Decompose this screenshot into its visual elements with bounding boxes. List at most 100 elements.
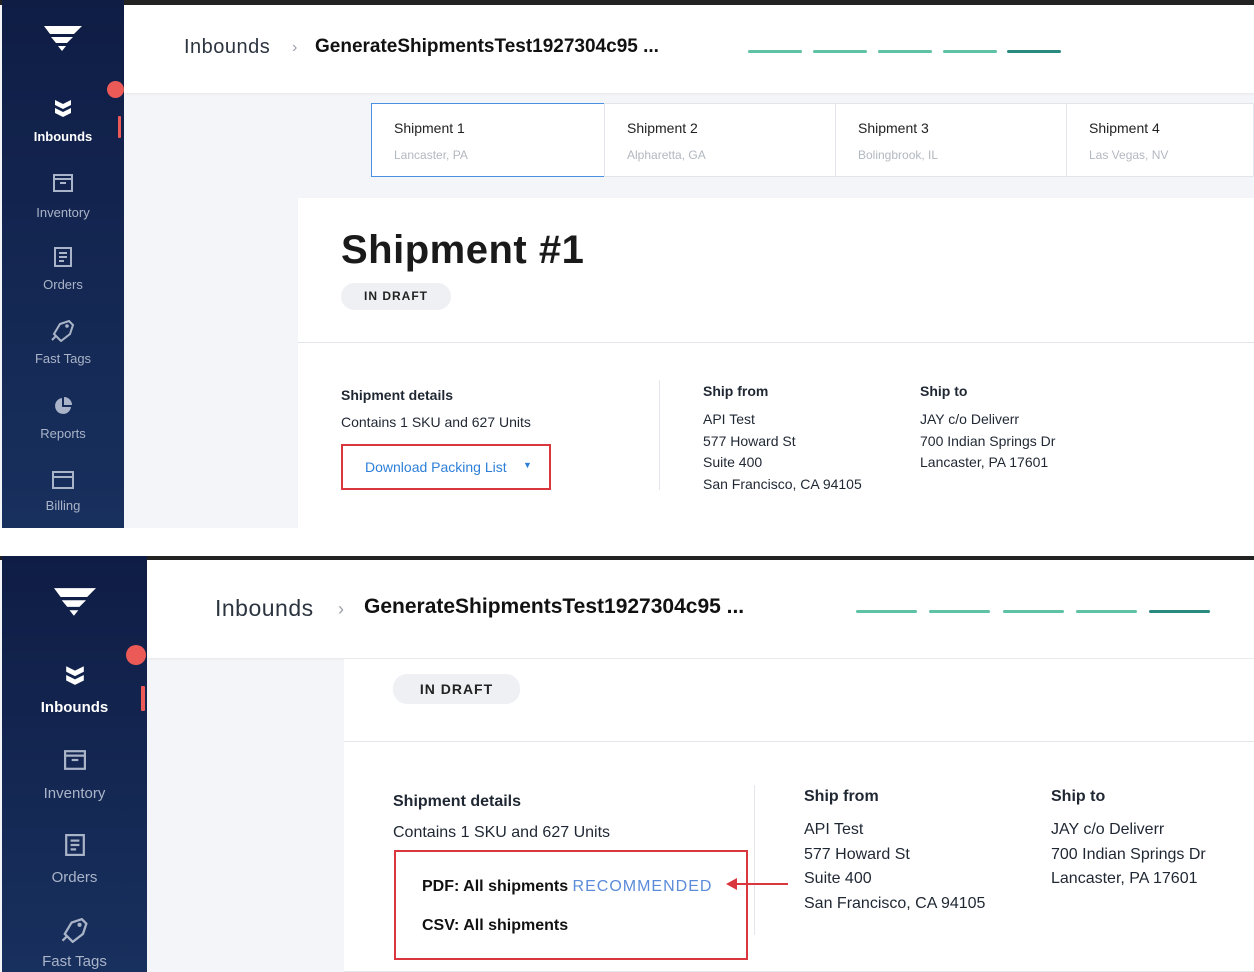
reports-icon (55, 397, 72, 414)
progress-step (813, 50, 867, 53)
top-header: Inbounds › GenerateShipmentsTest1927304c… (124, 5, 1254, 93)
active-indicator (118, 116, 121, 138)
fast-tags-icon (51, 320, 75, 342)
ship-from-address: API Test 577 Howard St Suite 400 San Fra… (703, 409, 862, 495)
status-badge: IN DRAFT (393, 674, 520, 704)
sidebar-item-label: Orders (51, 869, 98, 886)
details-text: Contains 1 SKU and 627 Units (341, 414, 531, 430)
tab-name: Shipment 4 (1089, 120, 1160, 136)
tab-city: Las Vegas, NV (1089, 148, 1169, 162)
sidebar-item-fast-tags[interactable]: Fast Tags (2, 918, 147, 970)
option-label: PDF: All shipments (422, 878, 569, 895)
column-divider (659, 380, 660, 490)
top-header: Inbounds › GenerateShipmentsTest1927304c… (147, 560, 1254, 658)
inventory-icon (63, 750, 86, 770)
sidebar-item-inbounds[interactable]: Inbounds (2, 664, 147, 716)
tab-shipment-1[interactable]: Shipment 1 Lancaster, PA (371, 103, 605, 177)
address-line: API Test (703, 411, 755, 427)
packing-list-dropdown: PDF: All shipments RECOMMENDED CSV: All … (394, 850, 748, 960)
sidebar-item-fast-tags[interactable]: Fast Tags (2, 320, 124, 366)
breadcrumb[interactable]: Inbounds (184, 36, 270, 59)
tab-name: Shipment 1 (394, 120, 465, 136)
logo-icon (44, 26, 82, 57)
sidebar-item-label: Inventory (43, 785, 106, 802)
active-indicator (141, 686, 145, 711)
details-label: Shipment details (393, 793, 522, 810)
tab-shipment-3[interactable]: Shipment 3 Bolingbrook, IL (835, 103, 1067, 177)
status-badge: IN DRAFT (341, 283, 451, 310)
sidebar-item-label: Inbounds (40, 699, 109, 716)
sidebar: Inbounds Inventory Orders Fast Tags (2, 556, 147, 972)
breadcrumb-separator: › (338, 599, 344, 619)
sidebar-item-inventory[interactable]: Inventory (2, 174, 124, 220)
address-line: 577 Howard St (703, 432, 796, 449)
sidebar-item-label: Reports (40, 426, 86, 441)
csv-all-shipments-option[interactable]: CSV: All shipments (422, 917, 568, 935)
sidebar-item-label: Inventory (36, 205, 90, 220)
column-divider (754, 785, 755, 935)
sidebar-item-label: Fast Tags (34, 351, 92, 366)
download-packing-list-button[interactable]: Download Packing List ▼ (341, 444, 551, 490)
sidebar-item-reports[interactable]: Reports (2, 396, 124, 441)
sidebar-item-label: Billing (45, 498, 81, 513)
ship-from-label: Ship from (804, 788, 879, 805)
address-line: 700 Indian Springs Dr (920, 432, 1056, 449)
progress-step (748, 50, 802, 53)
sidebar-item-inventory[interactable]: Inventory (2, 750, 147, 802)
screenshot-panel-1: Inbounds Inventory Orders Fast Tags Repo… (0, 0, 1254, 528)
notification-dot (107, 81, 124, 98)
tab-name: Shipment 2 (627, 120, 698, 136)
sidebar: Inbounds Inventory Orders Fast Tags Repo… (2, 0, 124, 528)
billing-icon (52, 471, 74, 489)
tab-shipment-4[interactable]: Shipment 4 Las Vegas, NV (1066, 103, 1254, 177)
caret-down-icon: ▼ (523, 460, 532, 470)
breadcrumb[interactable]: Inbounds (215, 595, 314, 622)
address-line: JAY c/o Deliverr (1051, 821, 1165, 838)
screenshot-panel-2: Inbounds Inventory Orders Fast Tags Inbo… (0, 556, 1254, 972)
address-line: JAY c/o Deliverr (920, 411, 1020, 427)
page-title: GenerateShipmentsTest1927304c95 ... (364, 595, 745, 618)
sidebar-item-label: Fast Tags (42, 953, 107, 970)
tab-name: Shipment 3 (858, 120, 929, 136)
sidebar-item-inbounds[interactable]: Inbounds (2, 98, 124, 144)
tab-shipment-2[interactable]: Shipment 2 Alpharetta, GA (604, 103, 836, 177)
orders-icon (54, 247, 72, 267)
breadcrumb-separator: › (292, 39, 298, 56)
inbounds-icon (65, 666, 84, 685)
sidebar-item-orders[interactable]: Orders (2, 247, 124, 292)
address-line: Suite 400 (703, 454, 763, 470)
address-line: 700 Indian Springs Dr (1051, 845, 1206, 863)
ship-to-address: JAY c/o Deliverr 700 Indian Springs Dr L… (1051, 818, 1206, 892)
progress-step (943, 50, 997, 53)
inbounds-icon (55, 100, 71, 117)
orders-icon (64, 834, 85, 856)
sidebar-item-orders[interactable]: Orders (2, 834, 147, 886)
tab-city: Lancaster, PA (394, 148, 468, 162)
sidebar-item-label: Inbounds (33, 129, 93, 144)
fast-tags-icon (61, 918, 88, 943)
shipment-card: Shipment #1 IN DRAFT Shipment details Co… (298, 198, 1254, 528)
ship-to-address: JAY c/o Deliverr 700 Indian Springs Dr L… (920, 409, 1055, 474)
sidebar-item-billing[interactable]: Billing (2, 471, 124, 513)
address-line: 577 Howard St (804, 845, 910, 863)
logo-icon (53, 588, 96, 622)
download-label: Download Packing List (365, 459, 507, 475)
details-text: Contains 1 SKU and 627 Units (393, 824, 611, 841)
progress-step (1149, 610, 1210, 613)
pdf-all-shipments-option[interactable]: PDF: All shipments RECOMMENDED (422, 878, 712, 896)
progress-step (856, 610, 917, 613)
inventory-icon (53, 174, 73, 192)
progress-step (878, 50, 932, 53)
sidebar-item-label: Orders (43, 277, 83, 292)
page-title: GenerateShipmentsTest1927304c95 ... (315, 36, 659, 57)
recommended-badge: RECOMMENDED (572, 878, 713, 895)
ship-to-label: Ship to (1051, 788, 1106, 805)
shipment-heading: Shipment #1 (341, 228, 585, 272)
arrow-left-icon (726, 878, 788, 890)
notification-dot (126, 645, 146, 665)
address-line: API Test (804, 821, 864, 838)
details-label: Shipment details (341, 387, 454, 403)
progress-step (929, 610, 990, 613)
divider (344, 741, 1254, 742)
address-line: San Francisco, CA 94105 (703, 475, 862, 492)
